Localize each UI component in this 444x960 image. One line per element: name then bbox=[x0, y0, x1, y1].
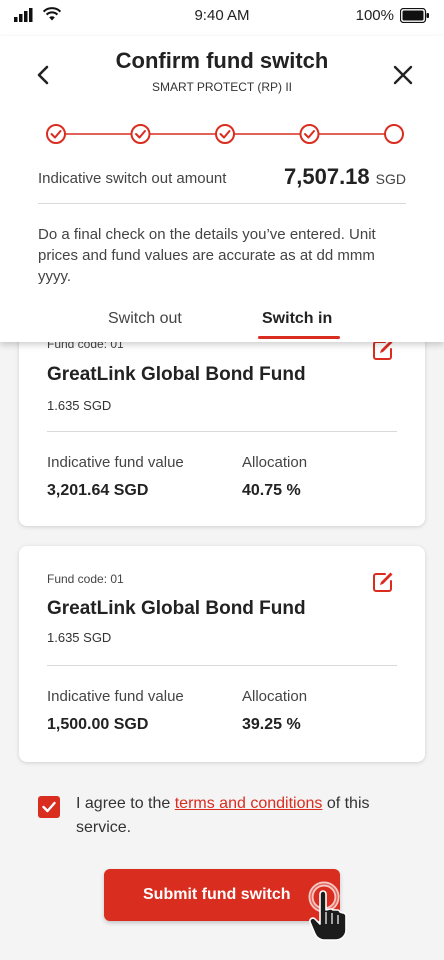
stepper-graphic bbox=[46, 124, 404, 144]
allocation-label: Allocation bbox=[242, 454, 308, 471]
check-circle-icon bbox=[215, 124, 235, 144]
close-icon bbox=[393, 65, 413, 85]
check-circle-icon bbox=[299, 124, 320, 144]
fund-value: 1,500.00 SGD bbox=[47, 716, 149, 733]
notice-text: Do a final check on the details you’ve e… bbox=[38, 226, 376, 285]
status-right: 100% bbox=[356, 7, 430, 24]
fund-name: GreatLink Global Bond Fund bbox=[47, 364, 306, 385]
allocation-value: 40.75 % bbox=[242, 482, 301, 499]
active-tab-indicator bbox=[258, 336, 340, 339]
fund-unit-price: 1.635 SGD bbox=[47, 630, 112, 645]
progress-stepper bbox=[46, 122, 404, 146]
agree-text: I agree to the terms and conditions of t… bbox=[76, 792, 416, 840]
terms-link[interactable]: terms and conditions bbox=[175, 795, 323, 812]
terms-agreement: I agree to the terms and conditions of t… bbox=[38, 792, 418, 842]
status-bar: 9:40 AM 100% bbox=[0, 0, 444, 36]
tab-switch-out[interactable]: Switch out bbox=[108, 310, 182, 328]
submit-label: Submit fund switch bbox=[143, 886, 291, 903]
fund-value: 3,201.64 SGD bbox=[47, 482, 149, 499]
checkmark-icon bbox=[42, 801, 56, 813]
fund-code: Fund code: 01 bbox=[47, 572, 124, 586]
check-circle-icon bbox=[130, 124, 151, 144]
amount-label: Indicative switch out amount bbox=[38, 170, 227, 187]
amount-number: 7,507.18 bbox=[284, 164, 370, 189]
divider bbox=[47, 431, 397, 432]
page-subtitle: SMART PROTECT (RP) II bbox=[151, 80, 292, 94]
fund-name: GreatLink Global Bond Fund bbox=[47, 598, 306, 619]
fund-unit-price: 1.635 SGD bbox=[47, 398, 112, 413]
switch-out-amount-row: Indicative switch out amount 7,507.18 SGD bbox=[38, 164, 406, 204]
step-circle-current bbox=[384, 124, 404, 144]
fund-card: Fund code: 01 GreatLink Global Bond Fund… bbox=[19, 546, 425, 762]
edit-icon[interactable] bbox=[371, 570, 395, 594]
tab-switch-in[interactable]: Switch in bbox=[262, 310, 332, 328]
header: Confirm fund switch SMART PROTECT (RP) I… bbox=[0, 36, 444, 342]
amount-value: 7,507.18 SGD bbox=[284, 164, 406, 190]
fund-value-label: Indicative fund value bbox=[47, 454, 184, 471]
tap-hand-icon bbox=[308, 881, 347, 941]
agree-checkbox[interactable] bbox=[38, 796, 60, 818]
divider bbox=[47, 665, 397, 666]
page-title: Confirm fund switch bbox=[115, 48, 329, 73]
allocation-label: Allocation bbox=[242, 688, 308, 705]
close-button[interactable] bbox=[390, 62, 416, 88]
fund-value-label: Indicative fund value bbox=[47, 688, 184, 705]
allocation-value: 39.25 % bbox=[242, 716, 301, 733]
amount-unit: SGD bbox=[375, 171, 406, 187]
check-circle-icon bbox=[46, 124, 66, 144]
battery-icon bbox=[400, 8, 429, 23]
switch-tabs: Switch out Switch in bbox=[0, 306, 444, 342]
agree-text-before: I agree to the bbox=[76, 795, 175, 812]
battery-percent: 100% bbox=[355, 7, 394, 24]
